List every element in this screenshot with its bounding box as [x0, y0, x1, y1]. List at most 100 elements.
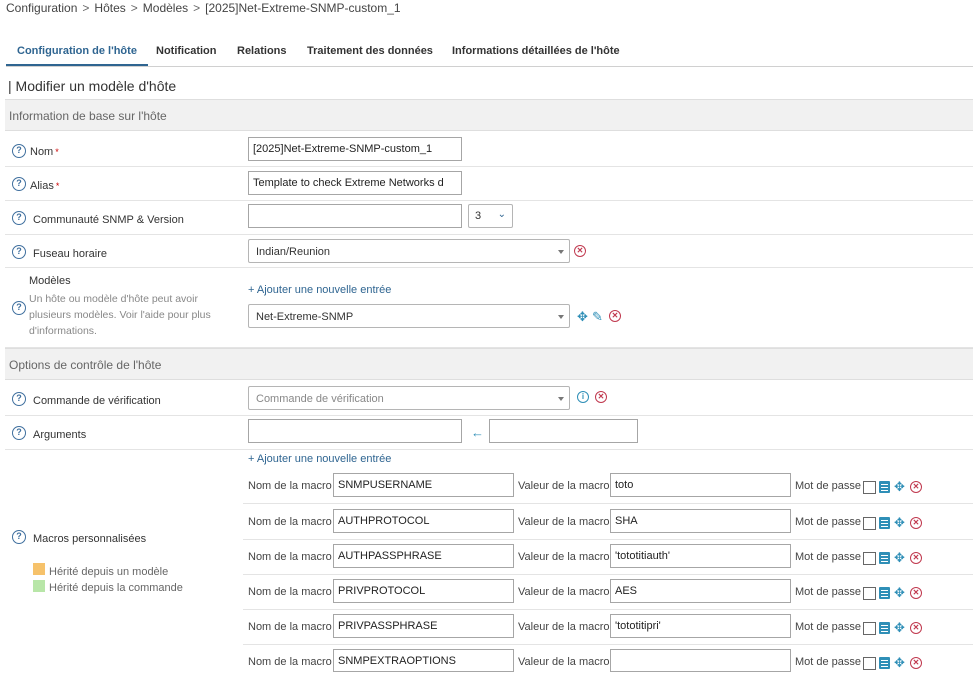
row-arguments: ? Arguments ←	[5, 416, 973, 450]
caret-down-icon	[558, 250, 564, 254]
alias-label: Alias *	[30, 180, 60, 192]
help-icon[interactable]: ?	[12, 392, 26, 406]
arguments-input[interactable]	[248, 419, 462, 443]
add-macro-link[interactable]: + Ajouter une nouvelle entrée	[248, 453, 391, 465]
help-icon[interactable]: ?	[12, 245, 26, 259]
move-icon[interactable]: ✥	[893, 621, 906, 634]
macro-name-input[interactable]: PRIVPROTOCOL	[333, 579, 514, 603]
name-label: Nom *	[30, 146, 59, 158]
macro-value-input[interactable]: 'tototitiauth'	[610, 544, 791, 568]
row-timezone: ? Fuseau horaire Indian/Reunion ✕	[5, 235, 973, 268]
delete-icon[interactable]: ✕	[609, 310, 621, 322]
macro-value-label: Valeur de la macro	[518, 621, 610, 633]
section-basic-info: Information de base sur l'hôte	[5, 99, 973, 131]
breadcrumb-separator: >	[193, 1, 201, 15]
clear-icon[interactable]: ✕	[595, 391, 607, 403]
macro-name-input[interactable]: SNMPUSERNAME	[333, 473, 514, 497]
tab-host-extended-info[interactable]: Informations détaillées de l'hôte	[441, 40, 631, 66]
move-icon[interactable]: ✥	[893, 480, 906, 493]
tab-bar: Configuration de l'hôte Notification Rel…	[6, 40, 973, 67]
macro-value-input[interactable]: toto	[610, 473, 791, 497]
edit-pencil-icon[interactable]: ✎	[592, 310, 605, 323]
macros-label: Macros personnalisées	[33, 533, 147, 545]
password-checkbox[interactable]	[863, 657, 876, 670]
breadcrumb-hosts[interactable]: Hôtes	[94, 1, 125, 15]
tab-host-configuration[interactable]: Configuration de l'hôte	[6, 40, 148, 66]
arguments-value-input[interactable]	[489, 419, 638, 443]
delete-icon[interactable]: ✕	[910, 552, 922, 564]
check-command-placeholder: Commande de vérification	[256, 393, 384, 405]
alias-input[interactable]: Template to check Extreme Networks d	[248, 171, 462, 195]
name-input[interactable]: [2025]Net-Extreme-SNMP-custom_1	[248, 137, 462, 161]
page-title: | Modifier un modèle d'hôte	[8, 78, 177, 94]
description-icon[interactable]	[879, 587, 890, 599]
row-alias: ? Alias * Template to check Extreme Netwo…	[5, 167, 973, 201]
password-checkbox[interactable]	[863, 481, 876, 494]
help-icon[interactable]: ?	[12, 177, 26, 191]
macro-value-input[interactable]	[610, 649, 791, 672]
timezone-select[interactable]: Indian/Reunion	[248, 239, 570, 263]
move-icon[interactable]: ✥	[893, 516, 906, 529]
add-template-link[interactable]: + Ajouter une nouvelle entrée	[248, 284, 391, 296]
macro-password-label: Mot de passe	[795, 480, 862, 492]
tab-data-processing[interactable]: Traitement des données	[296, 40, 444, 66]
macro-name-input[interactable]: AUTHPROTOCOL	[333, 509, 514, 533]
description-icon[interactable]	[879, 552, 890, 564]
arrow-left-icon[interactable]: ←	[471, 425, 484, 440]
macro-name-label: Nom de la macro	[248, 621, 332, 633]
description-icon[interactable]	[879, 517, 890, 529]
move-icon[interactable]: ✥	[893, 586, 906, 599]
password-checkbox[interactable]	[863, 517, 876, 530]
section-check-options: Options de contrôle de l'hôte	[5, 348, 973, 380]
divider	[243, 644, 973, 645]
breadcrumb-current: [2025]Net-Extreme-SNMP-custom_1	[205, 1, 401, 15]
info-icon[interactable]: i	[577, 391, 589, 403]
legend-template-text: Hérité depuis un modèle	[49, 566, 169, 578]
tab-notification[interactable]: Notification	[145, 40, 228, 66]
breadcrumb-templates[interactable]: Modèles	[143, 1, 188, 15]
snmp-community-input[interactable]	[248, 204, 462, 228]
breadcrumb-configuration[interactable]: Configuration	[6, 1, 77, 15]
password-checkbox[interactable]	[863, 622, 876, 635]
snmp-version-select[interactable]: 3 ⌄	[468, 204, 513, 228]
macro-name-input[interactable]: SNMPEXTRAOPTIONS	[333, 649, 514, 672]
move-icon[interactable]: ✥	[576, 310, 589, 323]
macro-name-label: Nom de la macro	[248, 586, 332, 598]
delete-icon[interactable]: ✕	[910, 481, 922, 493]
macro-name-input[interactable]: AUTHPASSPHRASE	[333, 544, 514, 568]
clear-icon[interactable]: ✕	[574, 245, 586, 257]
delete-icon[interactable]: ✕	[910, 587, 922, 599]
macro-value-label: Valeur de la macro	[518, 586, 610, 598]
macro-value-input[interactable]: AES	[610, 579, 791, 603]
macro-value-input[interactable]: SHA	[610, 509, 791, 533]
delete-icon[interactable]: ✕	[910, 622, 922, 634]
row-snmp: ? Communauté SNMP & Version 3 ⌄	[5, 201, 973, 235]
help-icon[interactable]: ?	[12, 144, 26, 158]
divider	[243, 609, 973, 610]
tab-relations[interactable]: Relations	[226, 40, 298, 66]
help-icon[interactable]: ?	[12, 530, 26, 544]
help-icon[interactable]: ?	[12, 426, 26, 440]
template-select[interactable]: Net-Extreme-SNMP	[248, 304, 570, 328]
macro-name-input[interactable]: PRIVPASSPHRASE	[333, 614, 514, 638]
check-command-select[interactable]: Commande de vérification	[248, 386, 570, 410]
row-templates: Modèles ? Un hôte ou modèle d'hôte peut …	[5, 268, 973, 348]
move-icon[interactable]: ✥	[893, 656, 906, 669]
macro-value-input[interactable]: 'tototitipri'	[610, 614, 791, 638]
password-checkbox[interactable]	[863, 587, 876, 600]
password-checkbox[interactable]	[863, 552, 876, 565]
macro-name-label: Nom de la macro	[248, 516, 332, 528]
legend-command-text: Hérité depuis la commande	[49, 582, 183, 594]
move-icon[interactable]: ✥	[893, 551, 906, 564]
legend-command-swatch	[33, 580, 45, 592]
help-icon[interactable]: ?	[12, 211, 26, 225]
delete-icon[interactable]: ✕	[910, 517, 922, 529]
description-icon[interactable]	[879, 657, 890, 669]
description-icon[interactable]	[879, 622, 890, 634]
divider	[243, 574, 973, 575]
help-icon[interactable]: ?	[12, 301, 26, 315]
delete-icon[interactable]: ✕	[910, 657, 922, 669]
templates-help-text: Un hôte ou modèle d'hôte peut avoir plus…	[29, 293, 211, 337]
description-icon[interactable]	[879, 481, 890, 493]
legend-template-swatch	[33, 563, 45, 575]
